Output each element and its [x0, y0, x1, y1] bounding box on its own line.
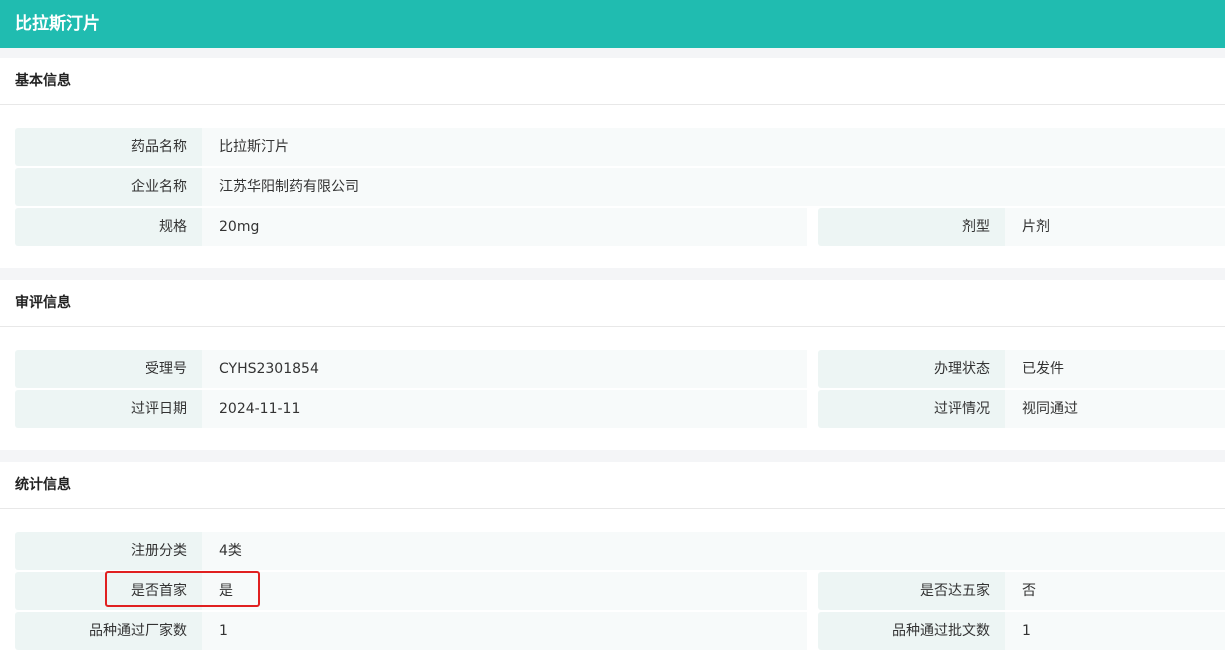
field-label: 剂型: [818, 208, 1005, 246]
page-title: 比拉斯汀片: [0, 0, 1225, 48]
field-label: 企业名称: [15, 168, 202, 206]
section-title: 基本信息: [0, 58, 1225, 105]
field-row: 品种通过批文数 1: [818, 612, 1225, 650]
field-value: 比拉斯汀片: [202, 128, 1225, 166]
field-value: 视同通过: [1005, 390, 1225, 428]
field-row: 剂型 片剂: [818, 208, 1225, 246]
section-title: 统计信息: [0, 462, 1225, 509]
field-row: 过评日期 2024-11-11: [15, 390, 807, 428]
field-label: 过评情况: [818, 390, 1005, 428]
field-label: 过评日期: [15, 390, 202, 428]
field-row: 药品名称 比拉斯汀片: [15, 128, 1225, 166]
field-value: 4类: [202, 532, 1225, 570]
field-value: 2024-11-11: [202, 390, 807, 428]
field-row: 注册分类 4类: [15, 532, 1225, 570]
field-row: 过评情况 视同通过: [818, 390, 1225, 428]
field-row: 品种通过厂家数 1: [15, 612, 807, 650]
field-label: 是否达五家: [818, 572, 1005, 610]
field-value: 片剂: [1005, 208, 1225, 246]
field-row: 受理号 CYHS2301854: [15, 350, 807, 388]
field-label: 规格: [15, 208, 202, 246]
field-value: 1: [1005, 612, 1225, 650]
field-row: 规格 20mg: [15, 208, 807, 246]
field-label: 注册分类: [15, 532, 202, 570]
field-value: 是: [202, 572, 807, 610]
field-label: 品种通过厂家数: [15, 612, 202, 650]
field-label: 办理状态: [818, 350, 1005, 388]
field-value: 已发件: [1005, 350, 1225, 388]
field-value: 1: [202, 612, 807, 650]
highlight-box: [105, 571, 260, 607]
field-label: 药品名称: [15, 128, 202, 166]
field-value: CYHS2301854: [202, 350, 807, 388]
field-value: 20mg: [202, 208, 807, 246]
field-row: 办理状态 已发件: [818, 350, 1225, 388]
section-title: 审评信息: [0, 280, 1225, 327]
field-row: 是否达五家否: [818, 572, 1225, 610]
field-label: 品种通过批文数: [818, 612, 1005, 650]
field-row: 企业名称 江苏华阳制药有限公司: [15, 168, 1225, 206]
field-value: 否: [1005, 572, 1225, 610]
section-2: 审评信息 受理号 CYHS2301854 办理状态 已发件 过评日期 2024-11-11 过…: [0, 280, 1225, 450]
field-label: 受理号: [15, 350, 202, 388]
section-3: 统计信息 注册分类 4类 是否首家是是否达五家否品种通过厂家数 1 品种通过批文数 1: [0, 462, 1225, 658]
field-value: 江苏华阳制药有限公司: [202, 168, 1225, 206]
section-1: 基本信息药品名称 比拉斯汀片 企业名称 江苏华阳制药有限公司 规格 20mg 剂型 片剂: [0, 58, 1225, 268]
